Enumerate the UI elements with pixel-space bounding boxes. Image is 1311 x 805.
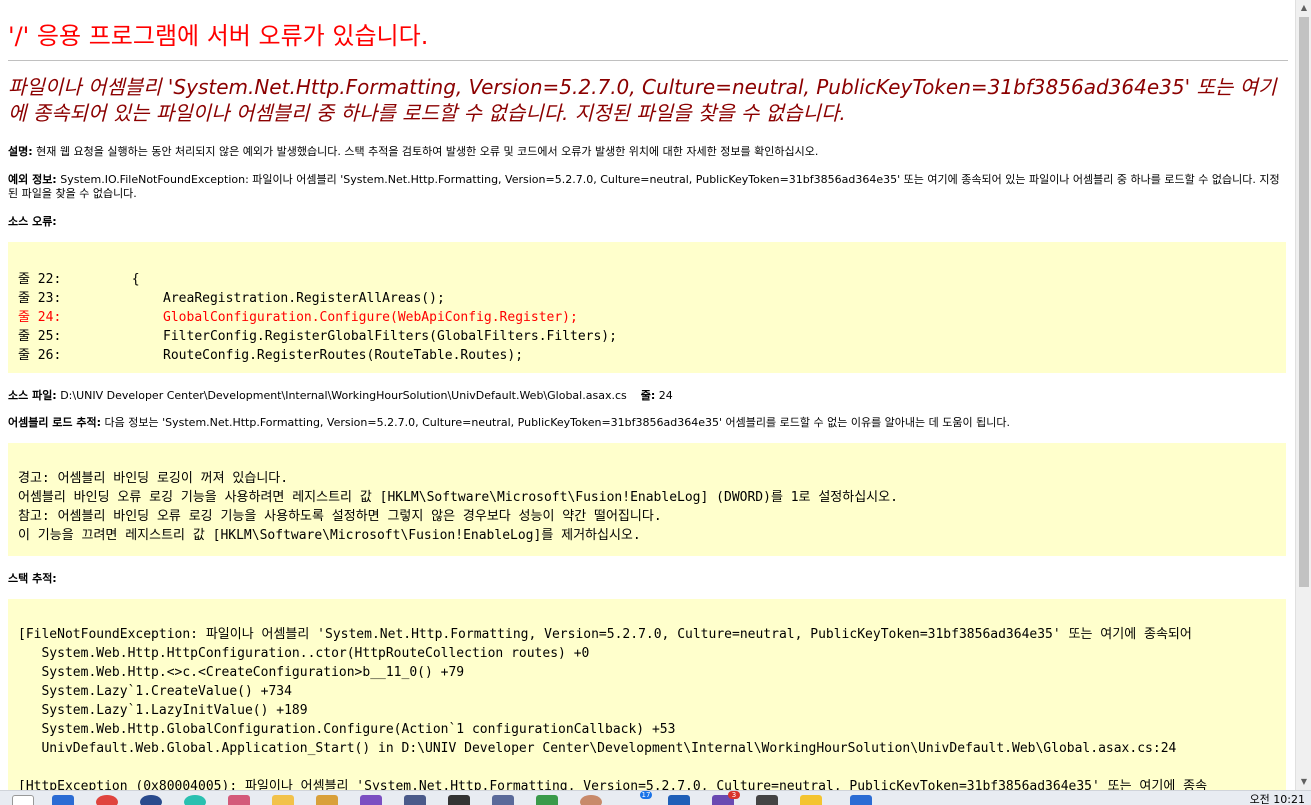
error-page: '/' 응용 프로그램에 서버 오류가 있습니다. 파일이나 어셈블리 'Sys… — [0, 0, 1295, 790]
app-icon-2[interactable] — [228, 795, 250, 805]
calendar-icon[interactable] — [668, 795, 690, 805]
source-error-section: 소스 오류: — [8, 215, 1288, 229]
source-file-label: 소스 파일: — [8, 389, 57, 402]
source-line: 줄 22: { — [18, 272, 140, 287]
assembly-warning-text: 경고: 어셈블리 바인딩 로깅이 꺼져 있습니다. 어셈블리 바인딩 오류 로깅… — [18, 469, 1286, 545]
scroll-down-arrow-icon[interactable]: ▼ — [1296, 774, 1311, 790]
stack-trace-box: [FileNotFoundException: 파일이나 어셈블리 'Syste… — [8, 599, 1286, 790]
source-line: 줄 25: FilterConfig.RegisterGlobalFilters… — [18, 329, 617, 344]
folder-icon[interactable] — [272, 795, 294, 805]
description-label: 설명: — [8, 145, 33, 158]
assembly-trace-text: 다음 정보는 'System.Net.Http.Formatting, Vers… — [101, 416, 1010, 429]
source-line-value: 24 — [655, 389, 673, 402]
source-file-section: 소스 파일: D:\UNIV Developer Center\Developm… — [8, 389, 1288, 403]
exception-text: System.IO.FileNotFoundException: 파일이나 어셈… — [8, 173, 1280, 200]
taskbar-clock[interactable]: 오전 10:21 — [1250, 791, 1305, 805]
outlook-icon[interactable] — [850, 795, 872, 805]
scroll-up-arrow-icon[interactable]: ▲ — [1296, 0, 1311, 16]
app-icon-5[interactable] — [492, 795, 514, 805]
app-icon-7[interactable] — [756, 795, 778, 805]
exception-section: 예외 정보: System.IO.FileNotFoundException: … — [8, 173, 1288, 201]
stack-line: System.Lazy`1.LazyInitValue() +189 — [18, 703, 308, 718]
source-line: 줄 24: GlobalConfiguration.Configure(WebA… — [18, 310, 578, 325]
source-file-path: D:\UNIV Developer Center\Development\Int… — [56, 389, 627, 402]
stack-line: System.Lazy`1.CreateValue() +734 — [18, 684, 292, 699]
task-view-icon[interactable] — [52, 795, 74, 805]
chrome-icon[interactable] — [96, 795, 118, 805]
scrollbar-thumb[interactable] — [1299, 17, 1309, 587]
source-line: 줄 26: RouteConfig.RegisterRoutes(RouteTa… — [18, 348, 524, 363]
heading-divider — [8, 60, 1288, 61]
assembly-trace-label: 어셈블리 로드 추적: — [8, 416, 102, 429]
taskbar-badge-2: 3 — [728, 791, 740, 799]
search-icon[interactable] — [12, 795, 34, 805]
stack-trace-section: 스택 추적: — [8, 572, 1288, 586]
stack-line: System.Web.Http.GlobalConfiguration.Conf… — [18, 722, 676, 737]
app-icon-8[interactable] — [800, 795, 822, 805]
exception-label: 예외 정보: — [8, 173, 57, 186]
excel-icon[interactable] — [536, 795, 558, 805]
source-code: 줄 22: { 줄 23: AreaRegistration.RegisterA… — [18, 270, 1286, 365]
app-icon-6[interactable] — [580, 795, 602, 805]
stack-line: UnivDefault.Web.Global.Application_Start… — [18, 741, 1177, 756]
stack-line: [HttpException (0x80004005): 파일이나 어셈블리 '… — [18, 779, 1208, 790]
taskbar-badge-1: 17 — [640, 791, 652, 799]
stack-line: System.Web.Http.<>c.<CreateConfiguration… — [18, 665, 465, 680]
app-icon-3[interactable] — [316, 795, 338, 805]
assembly-warning-box: 경고: 어셈블리 바인딩 로깅이 꺼져 있습니다. 어셈블리 바인딩 오류 로깅… — [8, 443, 1286, 556]
source-line-label: 줄: — [640, 389, 656, 402]
app-icon-1[interactable] — [140, 795, 162, 805]
page-heading: '/' 응용 프로그램에 서버 오류가 있습니다. — [8, 22, 429, 50]
source-error-label: 소스 오류: — [8, 215, 57, 228]
edge-icon[interactable] — [184, 795, 206, 805]
stack-line: System.Web.Http.HttpConfiguration..ctor(… — [18, 646, 590, 661]
terminal-icon[interactable] — [448, 795, 470, 805]
assembly-trace-section: 어셈블리 로드 추적: 다음 정보는 'System.Net.Http.Form… — [8, 416, 1288, 430]
description-section: 설명: 현재 웹 요청을 실행하는 동안 처리되지 않은 예외가 발생했습니다.… — [8, 145, 1288, 159]
warning-line: 참고: 어셈블리 바인딩 오류 로깅 기능을 사용하도록 설정하면 그렇지 않은… — [18, 509, 662, 524]
app-icon-4[interactable] — [404, 795, 426, 805]
description-text: 현재 웹 요청을 실행하는 동안 처리되지 않은 예외가 발생했습니다. 스택 … — [32, 145, 819, 158]
warning-line: 경고: 어셈블리 바인딩 로깅이 꺼져 있습니다. — [18, 471, 289, 486]
stack-trace-label: 스택 추적: — [8, 572, 57, 585]
warning-line: 어셈블리 바인딩 오류 로깅 기능을 사용하려면 레지스트리 값 [HKLM\S… — [18, 490, 898, 505]
vertical-scrollbar[interactable]: ▲ ▼ — [1295, 0, 1311, 790]
error-title: 파일이나 어셈블리 'System.Net.Http.Formatting, V… — [8, 75, 1277, 125]
source-code-box: 줄 22: { 줄 23: AreaRegistration.RegisterA… — [8, 242, 1286, 373]
source-line: 줄 23: AreaRegistration.RegisterAllAreas(… — [18, 291, 445, 306]
taskbar: 17 3 오전 10:21 — [0, 790, 1311, 805]
warning-line: 이 기능을 끄려면 레지스트리 값 [HKLM\Software\Microso… — [18, 528, 641, 543]
stack-line: [FileNotFoundException: 파일이나 어셈블리 'Syste… — [18, 627, 1192, 642]
stack-trace-text: [FileNotFoundException: 파일이나 어셈블리 'Syste… — [18, 625, 1286, 790]
visual-studio-icon[interactable] — [360, 795, 382, 805]
